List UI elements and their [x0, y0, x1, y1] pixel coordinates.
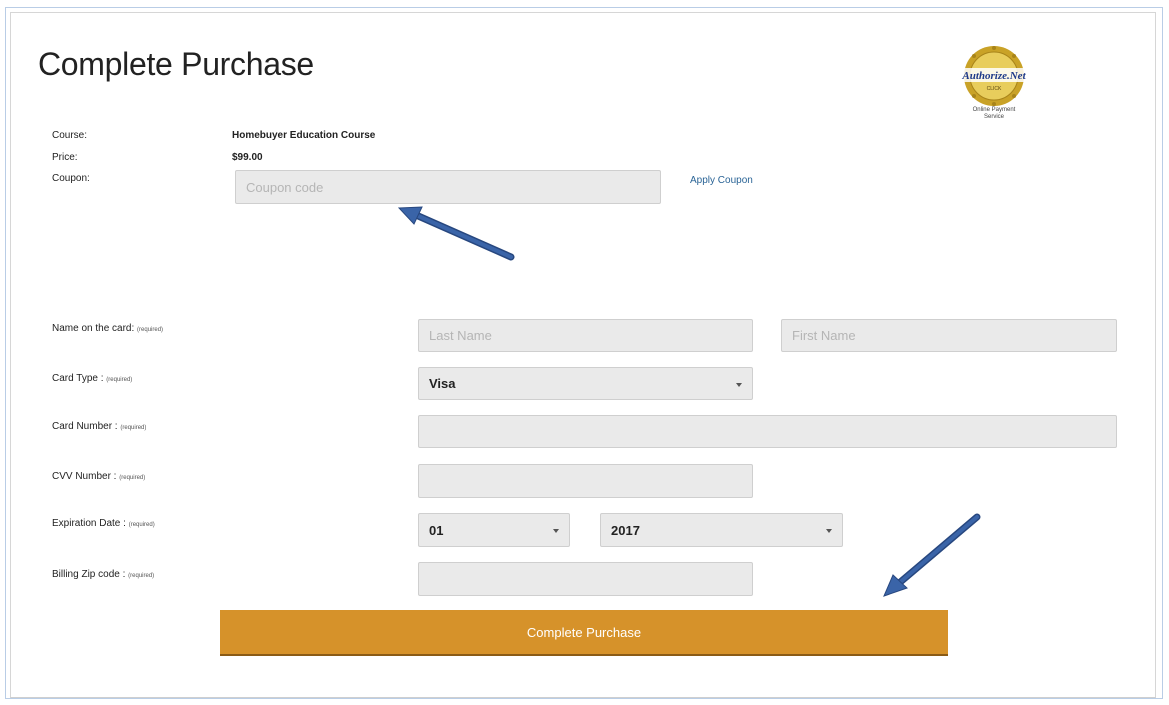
card-number-label: Card Number : (required)	[52, 421, 146, 432]
required-note: (required)	[106, 377, 133, 383]
expiration-month-value: 01	[429, 522, 444, 538]
expiration-label-text: Expiration Date :	[52, 518, 126, 529]
coupon-label: Coupon:	[52, 173, 90, 184]
zip-label: Billing Zip code : (required)	[52, 569, 154, 580]
complete-purchase-button[interactable]: Complete Purchase	[220, 610, 948, 656]
required-note: (required)	[120, 425, 147, 431]
name-on-card-label-text: Name on the card:	[52, 323, 135, 334]
card-type-label: Card Type : (required)	[52, 373, 132, 384]
authorize-net-seal[interactable]: Authorize.Net CLICK Online Payment Servi…	[944, 44, 1044, 130]
price-value: $99.00	[232, 152, 263, 163]
required-note: (required)	[119, 475, 146, 481]
chevron-down-icon	[826, 529, 832, 533]
zip-input[interactable]	[418, 562, 753, 596]
seal-brand-text: Authorize.Net	[961, 70, 1026, 82]
apply-coupon-link[interactable]: Apply Coupon	[690, 175, 753, 186]
zip-label-text: Billing Zip code :	[52, 569, 126, 580]
card-number-label-text: Card Number :	[52, 421, 118, 432]
last-name-input[interactable]	[418, 319, 753, 352]
authorize-net-seal-icon: Authorize.Net CLICK	[960, 46, 1028, 106]
name-on-card-label: Name on the card: (required)	[52, 323, 163, 334]
seal-caption-line2: Service	[983, 114, 1004, 120]
cvv-label: CVV Number : (required)	[52, 471, 145, 482]
page-title: Complete Purchase	[38, 46, 314, 82]
seal-caption-line1: Online Payment	[972, 107, 1016, 113]
card-number-input[interactable]	[418, 415, 1117, 448]
seal-caption: Online Payment Service	[944, 107, 1044, 121]
required-note: (required)	[137, 327, 164, 333]
required-note: (required)	[128, 573, 155, 579]
course-value: Homebuyer Education Course	[232, 130, 376, 141]
card-type-selected-value: Visa	[429, 376, 456, 391]
card-type-label-text: Card Type :	[52, 373, 104, 384]
required-note: (required)	[128, 522, 155, 528]
price-label: Price:	[52, 152, 78, 163]
cvv-label-text: CVV Number :	[52, 471, 117, 482]
cvv-input[interactable]	[418, 464, 753, 498]
card-type-select[interactable]: Visa	[418, 367, 753, 400]
coupon-input[interactable]	[235, 170, 661, 204]
chevron-down-icon	[553, 529, 559, 533]
expiration-year-value: 2017	[611, 522, 640, 538]
expiration-label: Expiration Date : (required)	[52, 518, 155, 529]
course-label: Course:	[52, 130, 88, 141]
expiration-year-select[interactable]: 2017	[600, 513, 843, 547]
first-name-input[interactable]	[781, 319, 1117, 352]
chevron-down-icon	[736, 382, 742, 387]
seal-sub-text: CLICK	[987, 86, 1002, 92]
expiration-month-select[interactable]: 01	[418, 513, 570, 547]
